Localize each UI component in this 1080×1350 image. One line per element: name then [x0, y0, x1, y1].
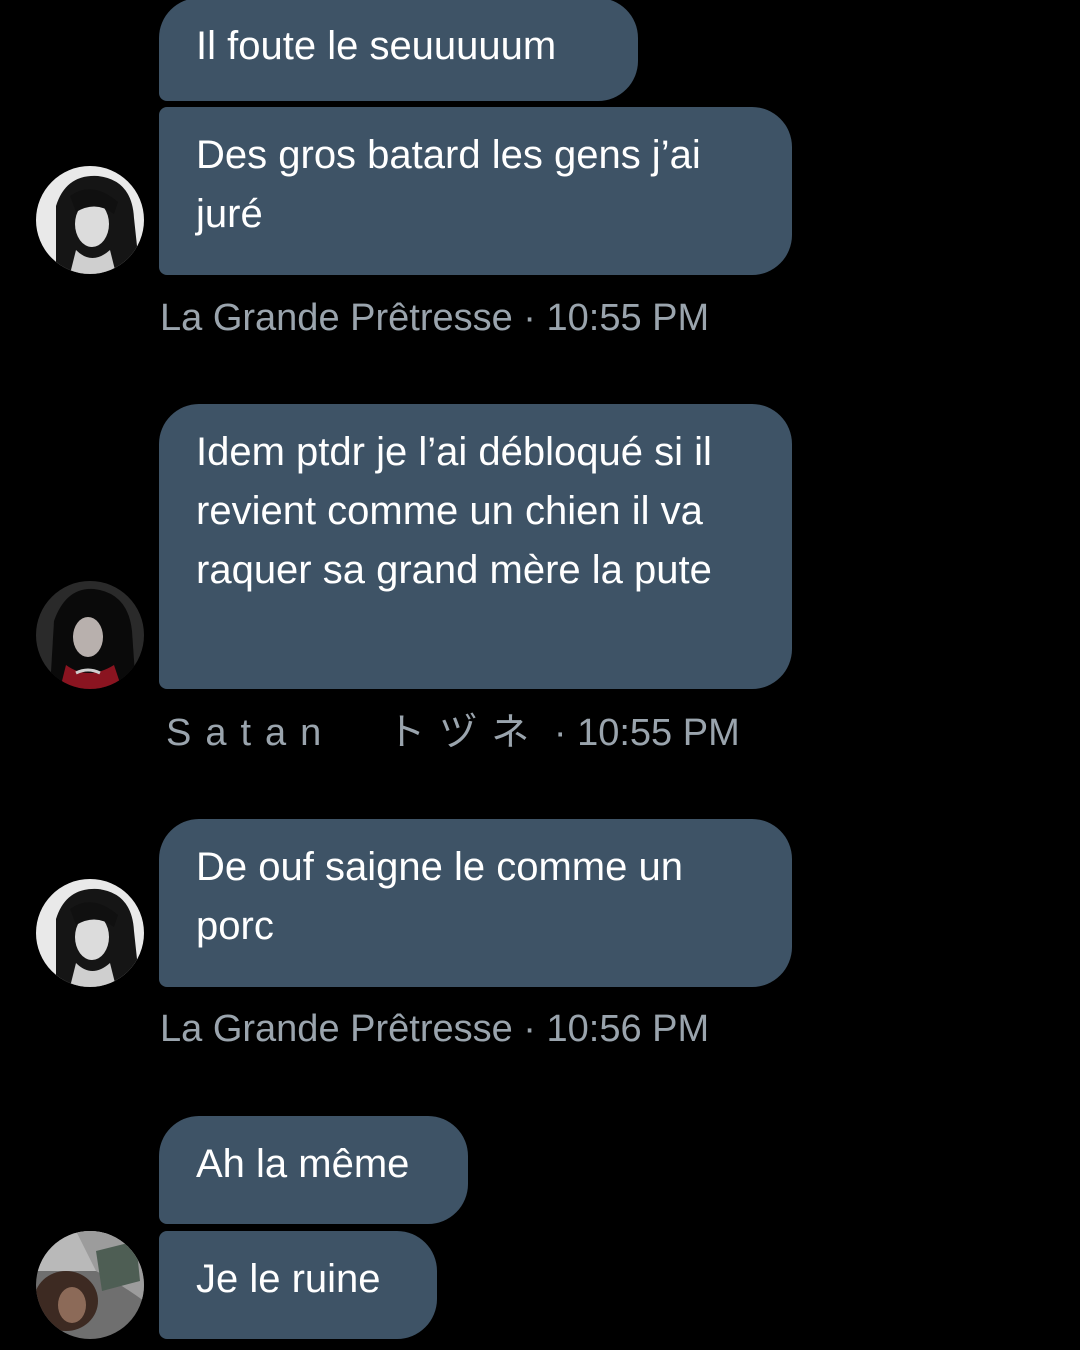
message-bubble[interactable]: Il foute le seuuuuum: [159, 0, 638, 101]
message-bubble[interactable]: Idem ptdr je l’ai débloqué si il revient…: [159, 404, 792, 689]
message-bubble[interactable]: De ouf saigne le comme un porc: [159, 819, 792, 987]
message-meta: La Grande Prêtresse · 10:55 PM: [160, 295, 709, 341]
message-meta: Satan トヅネ · 10:55 PM: [166, 710, 740, 756]
message-text: Des gros batard les gens j’ai juré: [196, 133, 701, 236]
meta-separator: ·: [543, 712, 578, 754]
message-meta: La Grande Prêtresse · 10:56 PM: [160, 1006, 709, 1052]
sender-name[interactable]: La Grande Prêtresse: [160, 297, 513, 339]
avatar-portrait-icon: [36, 879, 144, 987]
meta-separator: ·: [512, 297, 547, 339]
avatar-photo-icon: [36, 1231, 144, 1339]
avatar[interactable]: [36, 166, 144, 274]
avatar[interactable]: [36, 1231, 144, 1339]
meta-separator: ·: [512, 1008, 547, 1050]
message-text: Il foute le seuuuuum: [196, 24, 557, 68]
message-bubble[interactable]: Des gros batard les gens j’ai juré: [159, 107, 792, 275]
avatar[interactable]: [36, 879, 144, 987]
sender-name[interactable]: Satan トヅネ: [166, 712, 543, 754]
avatar[interactable]: [36, 581, 144, 689]
message-text: Je le ruine: [196, 1257, 381, 1301]
message-bubble[interactable]: Je le ruine: [159, 1231, 437, 1339]
message-time: 10:55 PM: [577, 712, 740, 754]
message-bubble[interactable]: Ah la même: [159, 1116, 468, 1224]
sender-name[interactable]: La Grande Prêtresse: [160, 1008, 513, 1050]
message-time: 10:56 PM: [546, 1008, 710, 1050]
avatar-portrait-icon: [36, 581, 144, 689]
message-text: De ouf saigne le comme un porc: [196, 845, 683, 948]
message-text: Idem ptdr je l’ai débloqué si il revient…: [196, 430, 712, 592]
message-text: Ah la même: [196, 1142, 410, 1186]
message-time: 10:55 PM: [546, 297, 710, 339]
avatar-portrait-icon: [36, 166, 144, 274]
